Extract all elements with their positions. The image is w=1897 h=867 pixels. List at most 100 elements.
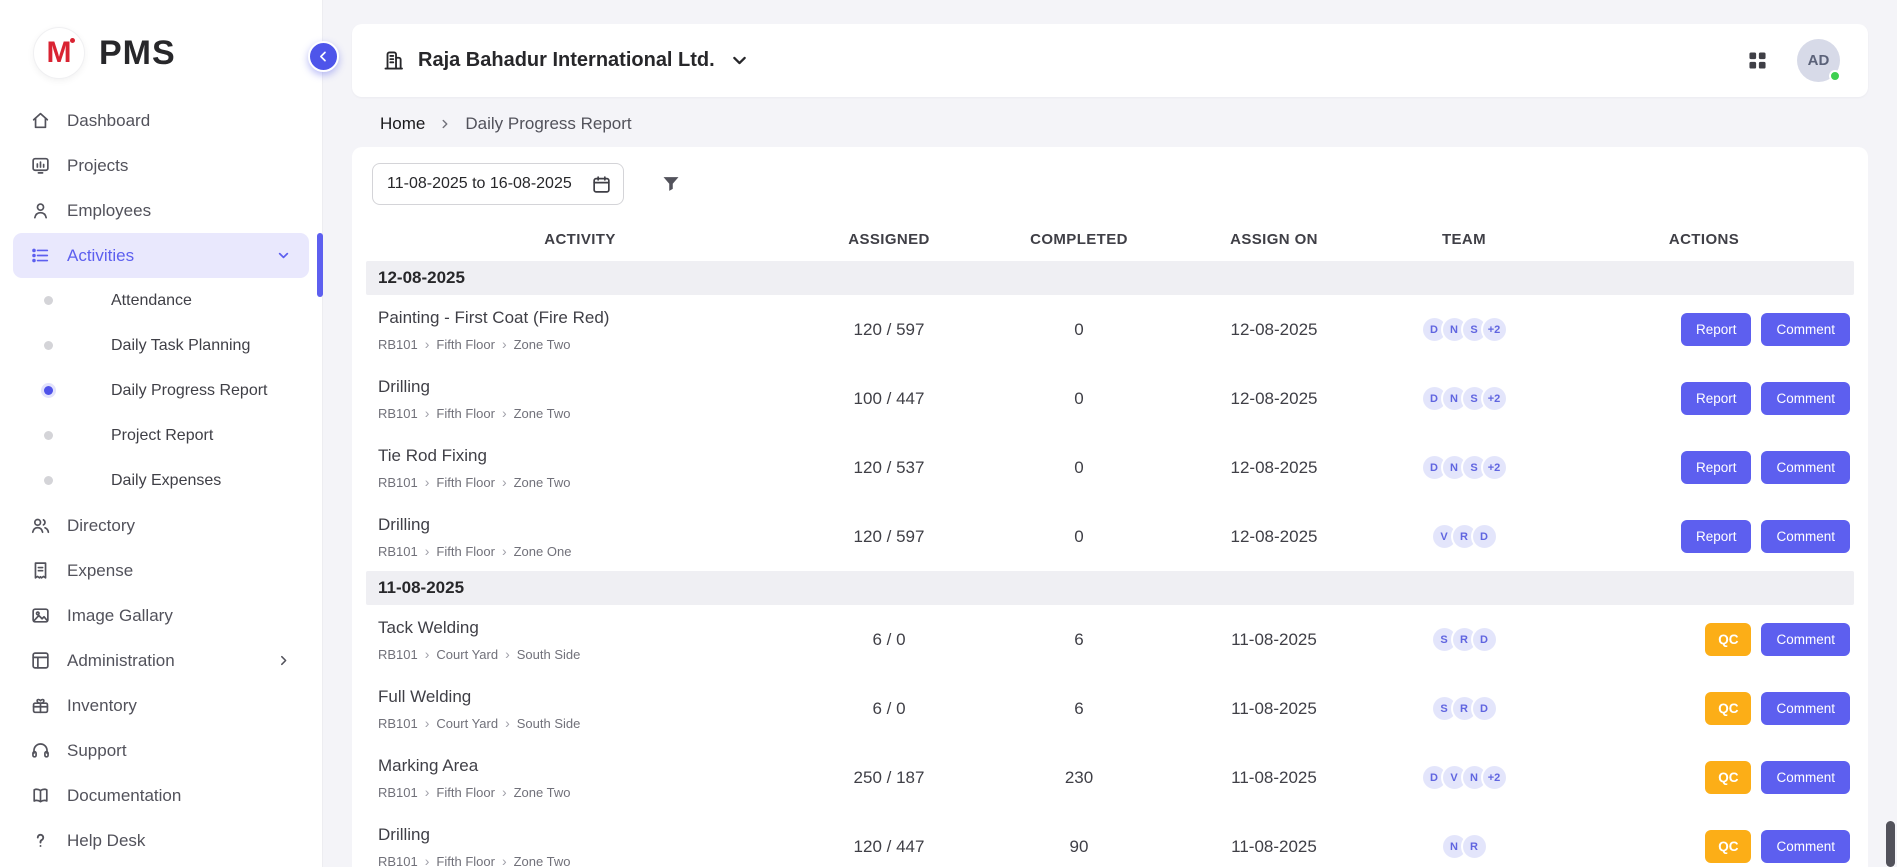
- qc-button[interactable]: QC: [1705, 830, 1751, 863]
- report-button[interactable]: Report: [1681, 313, 1752, 346]
- sidebar-item-daily-task-planning[interactable]: Daily Task Planning: [0, 323, 322, 368]
- comment-button[interactable]: Comment: [1761, 451, 1850, 484]
- team-avatar: D: [1471, 695, 1498, 722]
- activities-icon: [30, 245, 51, 266]
- activity-location: RB101›Fifth Floor›Zone Two: [378, 854, 794, 867]
- report-button[interactable]: Report: [1681, 451, 1752, 484]
- sidebar-item-project-report[interactable]: Project Report: [0, 413, 322, 458]
- location-segment: RB101: [378, 475, 418, 490]
- team-avatar: D: [1471, 626, 1498, 653]
- sidebar-item-administration[interactable]: Administration: [13, 638, 309, 683]
- location-segment: Zone Two: [514, 406, 571, 421]
- location-segment: Fifth Floor: [436, 475, 495, 490]
- comment-button[interactable]: Comment: [1761, 761, 1850, 794]
- sidebar-item-label: Administration: [67, 651, 175, 671]
- qc-button[interactable]: QC: [1705, 692, 1751, 725]
- gallery-icon: [30, 605, 51, 626]
- avatar[interactable]: AD: [1797, 39, 1840, 82]
- qc-button[interactable]: QC: [1705, 623, 1751, 656]
- apps-grid-icon[interactable]: [1746, 49, 1769, 72]
- sidebar-item-documentation[interactable]: Documentation: [13, 773, 309, 818]
- location-segment: RB101: [378, 337, 418, 352]
- activity-location: RB101›Fifth Floor›Zone Two: [378, 475, 794, 490]
- sidebar-item-directory[interactable]: Directory: [13, 503, 309, 548]
- activity-cell: Painting - First Coat (Fire Red)RB101›Fi…: [366, 308, 794, 352]
- team-avatars: DNS+2: [1374, 454, 1554, 481]
- activity-name: Drilling: [378, 377, 794, 397]
- location-segment: Fifth Floor: [436, 785, 495, 800]
- comment-button[interactable]: Comment: [1761, 830, 1850, 863]
- comment-button[interactable]: Comment: [1761, 382, 1850, 415]
- table-header: ACTIVITY ASSIGNED COMPLETED ASSIGN ON TE…: [366, 217, 1854, 261]
- report-button[interactable]: Report: [1681, 382, 1752, 415]
- report-button[interactable]: Report: [1681, 520, 1752, 553]
- sidebar-item-attendance[interactable]: Attendance: [0, 278, 322, 323]
- assigned-value: 6 / 0: [794, 699, 984, 719]
- sidebar-item-activities[interactable]: Activities: [13, 233, 309, 278]
- comment-button[interactable]: Comment: [1761, 623, 1850, 656]
- content-card: 11-08-2025 to 16-08-2025 ACTIVITY ASSIGN…: [352, 147, 1868, 867]
- sidebar-item-label: Projects: [67, 156, 128, 176]
- chevron-right-icon: ›: [425, 406, 430, 420]
- location-segment: Fifth Floor: [436, 544, 495, 559]
- sidebar-item-dashboard[interactable]: Dashboard: [13, 98, 309, 143]
- comment-button[interactable]: Comment: [1761, 520, 1850, 553]
- sidebar-item-expense[interactable]: Expense: [13, 548, 309, 593]
- table-row: Tack WeldingRB101›Court Yard›South Side6…: [366, 605, 1854, 674]
- sidebar-nav: Dashboard Projects Employees Activities Atte…: [0, 94, 322, 863]
- table-row: DrillingRB101›Fifth Floor›Zone One120 / …: [366, 502, 1854, 571]
- sidebar-item-label: Inventory: [67, 696, 137, 716]
- sidebar-item-image-gallary[interactable]: Image Gallary: [13, 593, 309, 638]
- assign-on-date: 12-08-2025: [1174, 389, 1374, 409]
- activity-cell: Tack WeldingRB101›Court Yard›South Side: [366, 618, 794, 662]
- company-selector[interactable]: Raja Bahadur International Ltd.: [382, 49, 751, 72]
- sidebar-item-daily-expenses[interactable]: Daily Expenses: [0, 458, 322, 503]
- table-row: DrillingRB101›Fifth Floor›Zone Two100 / …: [366, 364, 1854, 433]
- projects-icon: [30, 155, 51, 176]
- comment-button[interactable]: Comment: [1761, 692, 1850, 725]
- activity-location: RB101›Fifth Floor›Zone Two: [378, 406, 794, 421]
- chevron-right-icon: ›: [425, 785, 430, 799]
- sidebar-item-projects[interactable]: Projects: [13, 143, 309, 188]
- topbar-right: AD: [1746, 39, 1840, 82]
- qc-button[interactable]: QC: [1705, 761, 1751, 794]
- comment-button[interactable]: Comment: [1761, 313, 1850, 346]
- assigned-value: 100 / 447: [794, 389, 984, 409]
- team-avatars: DNS+2: [1374, 385, 1554, 412]
- activity-location: RB101›Court Yard›South Side: [378, 716, 794, 731]
- sidebar-item-inventory[interactable]: Inventory: [13, 683, 309, 728]
- assign-on-date: 11-08-2025: [1174, 837, 1374, 857]
- team-avatar: D: [1471, 523, 1498, 550]
- table-row: Tie Rod FixingRB101›Fifth Floor›Zone Two…: [366, 433, 1854, 502]
- sidebar-item-employees[interactable]: Employees: [13, 188, 309, 233]
- sidebar-item-label: Dashboard: [67, 111, 150, 131]
- sidebar-item-label: Attendance: [111, 292, 192, 310]
- documentation-icon: [30, 785, 51, 806]
- breadcrumb-home[interactable]: Home: [380, 114, 425, 134]
- date-range-input[interactable]: 11-08-2025 to 16-08-2025: [372, 163, 624, 205]
- location-segment: Zone Two: [514, 475, 571, 490]
- sidebar-item-label: Image Gallary: [67, 606, 173, 626]
- app-logo: M PMS: [0, 0, 322, 94]
- sidebar-item-daily-progress-report[interactable]: Daily Progress Report: [0, 368, 322, 413]
- scrollbar-thumb[interactable]: [1886, 821, 1895, 867]
- location-segment: Fifth Floor: [436, 406, 495, 421]
- filter-icon[interactable]: [660, 173, 682, 195]
- sidebar-item-help-desk[interactable]: Help Desk: [13, 818, 309, 863]
- team-avatar: +2: [1481, 454, 1508, 481]
- sidebar-item-label: Employees: [67, 201, 151, 221]
- sidebar-item-support[interactable]: Support: [13, 728, 309, 773]
- inventory-icon: [30, 695, 51, 716]
- team-avatars: SRD: [1374, 626, 1554, 653]
- sidebar: M PMS Dashboard Projects Employees Activiti…: [0, 0, 323, 867]
- completed-value: 0: [984, 389, 1174, 409]
- assigned-value: 250 / 187: [794, 768, 984, 788]
- location-segment: RB101: [378, 647, 418, 662]
- sidebar-collapse-button[interactable]: [308, 41, 339, 72]
- row-actions: Report Comment: [1554, 520, 1854, 553]
- column-header-assign-on: ASSIGN ON: [1174, 231, 1374, 248]
- sidebar-item-label: Help Desk: [67, 831, 145, 851]
- column-header-actions: ACTIONS: [1554, 231, 1854, 248]
- chevron-down-icon: [728, 49, 751, 72]
- assign-on-date: 11-08-2025: [1174, 699, 1374, 719]
